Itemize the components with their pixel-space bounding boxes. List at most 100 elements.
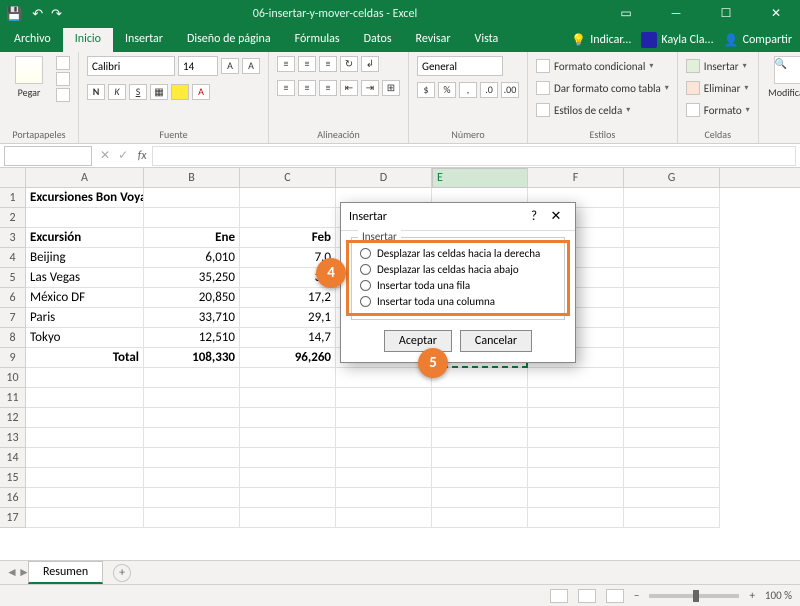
cell[interactable]: 29,1 bbox=[240, 308, 336, 328]
cell[interactable] bbox=[26, 208, 144, 228]
row-header-8[interactable]: 8 bbox=[0, 328, 26, 348]
radio-entire-row[interactable]: Insertar toda una fila bbox=[360, 279, 556, 292]
bold-button[interactable]: N bbox=[87, 84, 105, 100]
cell[interactable] bbox=[336, 388, 432, 408]
align-right-icon[interactable]: ≡ bbox=[319, 80, 337, 96]
font-color-icon[interactable]: A bbox=[192, 84, 210, 100]
cell[interactable] bbox=[26, 448, 144, 468]
cell[interactable] bbox=[336, 488, 432, 508]
maximize-icon[interactable]: ☐ bbox=[708, 3, 744, 25]
cell[interactable] bbox=[624, 468, 720, 488]
cell[interactable]: 14,7 bbox=[240, 328, 336, 348]
cell[interactable] bbox=[144, 368, 240, 388]
ribbon-display-icon[interactable]: ▭ bbox=[608, 3, 644, 25]
view-pagelayout-icon[interactable] bbox=[578, 589, 596, 603]
currency-icon[interactable]: $ bbox=[417, 82, 435, 98]
row-header-11[interactable]: 11 bbox=[0, 388, 26, 408]
minimize-icon[interactable]: — bbox=[658, 3, 694, 25]
increase-font-icon[interactable]: A bbox=[221, 58, 239, 74]
font-name-select[interactable]: Calibri bbox=[87, 56, 175, 76]
row-header-14[interactable]: 14 bbox=[0, 448, 26, 468]
cell[interactable]: 20,850 bbox=[144, 288, 240, 308]
cell[interactable] bbox=[336, 408, 432, 428]
insert-cells-button[interactable]: Insertar▾ bbox=[686, 56, 750, 76]
fx-icon[interactable]: fx bbox=[132, 149, 152, 163]
row-header-9[interactable]: 9 bbox=[0, 348, 26, 368]
cell[interactable]: 17,2 bbox=[240, 288, 336, 308]
sheet-nav-prev-icon[interactable]: ◄ bbox=[6, 565, 18, 580]
copy-icon[interactable] bbox=[56, 72, 70, 86]
tab-home[interactable]: Inicio bbox=[63, 28, 113, 52]
zoom-level[interactable]: 100 % bbox=[765, 589, 792, 602]
cell[interactable] bbox=[26, 488, 144, 508]
tab-data[interactable]: Datos bbox=[352, 28, 404, 52]
radio-shift-right[interactable]: Desplazar las celdas hacia la derecha bbox=[360, 247, 556, 260]
sheet-nav-next-icon[interactable]: ► bbox=[18, 565, 30, 580]
name-box[interactable] bbox=[4, 146, 92, 166]
cell[interactable] bbox=[240, 428, 336, 448]
cell[interactable] bbox=[528, 448, 624, 468]
borders-icon[interactable]: ▦ bbox=[150, 84, 168, 100]
cell[interactable] bbox=[432, 488, 528, 508]
cell[interactable] bbox=[144, 488, 240, 508]
row-header-3[interactable]: 3 bbox=[0, 228, 26, 248]
indent-dec-icon[interactable]: ⇤ bbox=[340, 80, 358, 96]
cell[interactable]: Total bbox=[26, 348, 144, 368]
ok-button[interactable]: Aceptar bbox=[384, 330, 452, 352]
cell[interactable] bbox=[624, 348, 720, 368]
col-header-F[interactable]: F bbox=[528, 168, 624, 187]
align-center-icon[interactable]: ≡ bbox=[298, 80, 316, 96]
cancel-button[interactable]: Cancelar bbox=[460, 330, 532, 352]
cell[interactable] bbox=[26, 508, 144, 528]
row-header-5[interactable]: 5 bbox=[0, 268, 26, 288]
cell[interactable] bbox=[240, 508, 336, 528]
cell[interactable] bbox=[144, 428, 240, 448]
cell[interactable]: 33,710 bbox=[144, 308, 240, 328]
indent-inc-icon[interactable]: ⇥ bbox=[361, 80, 379, 96]
wrap-text-icon[interactable]: ↲ bbox=[361, 56, 379, 72]
orientation-icon[interactable]: ↻ bbox=[340, 56, 358, 72]
view-pagebreak-icon[interactable] bbox=[606, 589, 624, 603]
zoom-slider[interactable] bbox=[649, 594, 739, 598]
cell[interactable] bbox=[26, 388, 144, 408]
cell[interactable] bbox=[26, 468, 144, 488]
cell[interactable] bbox=[432, 448, 528, 468]
cell[interactable]: Excursión bbox=[26, 228, 144, 248]
cell[interactable] bbox=[432, 388, 528, 408]
comma-icon[interactable]: , bbox=[459, 82, 477, 98]
add-sheet-button[interactable]: + bbox=[113, 564, 131, 582]
row-header-10[interactable]: 10 bbox=[0, 368, 26, 388]
col-header-C[interactable]: C bbox=[240, 168, 336, 187]
cell[interactable] bbox=[144, 448, 240, 468]
cell[interactable] bbox=[624, 388, 720, 408]
row-header-1[interactable]: 1 bbox=[0, 188, 26, 208]
cell[interactable] bbox=[240, 488, 336, 508]
paste-button[interactable]: Pegar bbox=[8, 56, 50, 99]
align-mid-icon[interactable]: ≡ bbox=[298, 56, 316, 72]
cell[interactable] bbox=[240, 208, 336, 228]
row-header-16[interactable]: 16 bbox=[0, 488, 26, 508]
cell[interactable]: Las Vegas bbox=[26, 268, 144, 288]
cell[interactable]: Feb bbox=[240, 228, 336, 248]
radio-entire-column[interactable]: Insertar toda una columna bbox=[360, 295, 556, 308]
cell[interactable] bbox=[432, 468, 528, 488]
cell[interactable]: México DF bbox=[26, 288, 144, 308]
cell[interactable] bbox=[240, 368, 336, 388]
select-all-corner[interactable] bbox=[0, 168, 26, 188]
cell[interactable] bbox=[624, 268, 720, 288]
cell[interactable]: Tokyo bbox=[26, 328, 144, 348]
cell[interactable] bbox=[336, 368, 432, 388]
zoom-out-icon[interactable]: − bbox=[634, 589, 639, 602]
cell[interactable] bbox=[624, 248, 720, 268]
cell[interactable] bbox=[624, 448, 720, 468]
italic-button[interactable]: K bbox=[108, 84, 126, 100]
tab-view[interactable]: Vista bbox=[463, 28, 511, 52]
cell[interactable] bbox=[26, 408, 144, 428]
cell[interactable] bbox=[624, 188, 720, 208]
align-left-icon[interactable]: ≡ bbox=[277, 80, 295, 96]
save-icon[interactable]: 💾 bbox=[6, 7, 22, 22]
font-size-select[interactable]: 14 bbox=[178, 56, 218, 76]
number-format-select[interactable]: General bbox=[417, 56, 503, 76]
sheet-tab-resumen[interactable]: Resumen bbox=[28, 561, 103, 584]
dialog-help-icon[interactable]: ? bbox=[523, 209, 545, 224]
